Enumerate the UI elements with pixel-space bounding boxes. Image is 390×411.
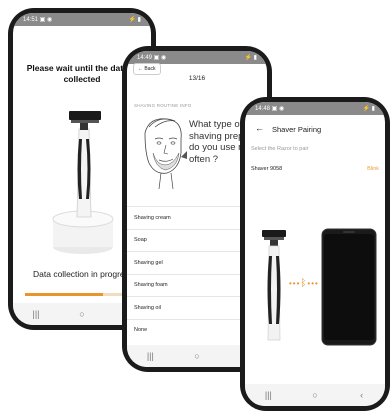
razor-on-stand-icon bbox=[52, 111, 114, 254]
question-counter: 13/16 bbox=[188, 75, 206, 82]
back-arrow-icon[interactable]: ← bbox=[255, 123, 264, 133]
status-bar: 14:48 ▣ ◉ ⚡ ▮ bbox=[245, 102, 385, 115]
phone-shaver-pairing: 14:48 ▣ ◉ ⚡ ▮ ← Shaver Pairing Select the… bbox=[240, 97, 390, 411]
nav-recents-icon[interactable]: ||| bbox=[258, 390, 278, 400]
bluetooth-icon: ᛒ bbox=[300, 278, 308, 289]
pairing-hint: Select the Razor to pair bbox=[251, 146, 309, 152]
nav-home-icon[interactable]: ○ bbox=[305, 390, 325, 400]
blink-button[interactable]: Blink bbox=[367, 166, 379, 172]
phone-icon bbox=[321, 228, 377, 346]
progress-bar-fill bbox=[25, 293, 104, 296]
status-bar: 14:51 ▣ ◉ ⚡ ▮ bbox=[13, 13, 151, 26]
screen-shaver-pairing: 14:48 ▣ ◉ ⚡ ▮ ← Shaver Pairing Select the… bbox=[245, 102, 385, 406]
page-title: Shaver Pairing bbox=[272, 125, 322, 134]
answer-option-label: None bbox=[134, 327, 148, 334]
nav-back-icon[interactable]: ‹ bbox=[352, 390, 372, 400]
face-sketch-icon bbox=[144, 118, 187, 190]
razor-icon bbox=[262, 230, 286, 341]
device-name[interactable]: Shaver 9058 bbox=[251, 166, 282, 172]
android-nav-bar: ||| ○ ‹ bbox=[245, 384, 385, 406]
answer-option-label: Shaving oil bbox=[134, 304, 161, 311]
section-label: SHAVING ROUTINE INFO bbox=[134, 103, 192, 108]
answer-option-label: Shaving gel bbox=[134, 259, 163, 266]
nav-home-icon[interactable]: ○ bbox=[187, 351, 207, 361]
bluetooth-pairing-indicator: •••ᛒ••• bbox=[289, 278, 319, 289]
pairing-header: ← Shaver Pairing bbox=[245, 120, 385, 136]
nav-home-icon[interactable]: ○ bbox=[72, 309, 92, 319]
back-button-label: Back bbox=[144, 66, 156, 72]
nav-recents-icon[interactable]: ||| bbox=[140, 351, 160, 361]
answer-option-label: Shaving foam bbox=[134, 282, 168, 289]
progress-label: Data collection in progress bbox=[33, 269, 134, 279]
answer-option-label: Soap bbox=[134, 237, 147, 244]
back-button[interactable]: ← Back bbox=[133, 63, 161, 75]
nav-recents-icon[interactable]: ||| bbox=[26, 309, 46, 319]
answer-option-label: Shaving cream bbox=[134, 214, 171, 221]
